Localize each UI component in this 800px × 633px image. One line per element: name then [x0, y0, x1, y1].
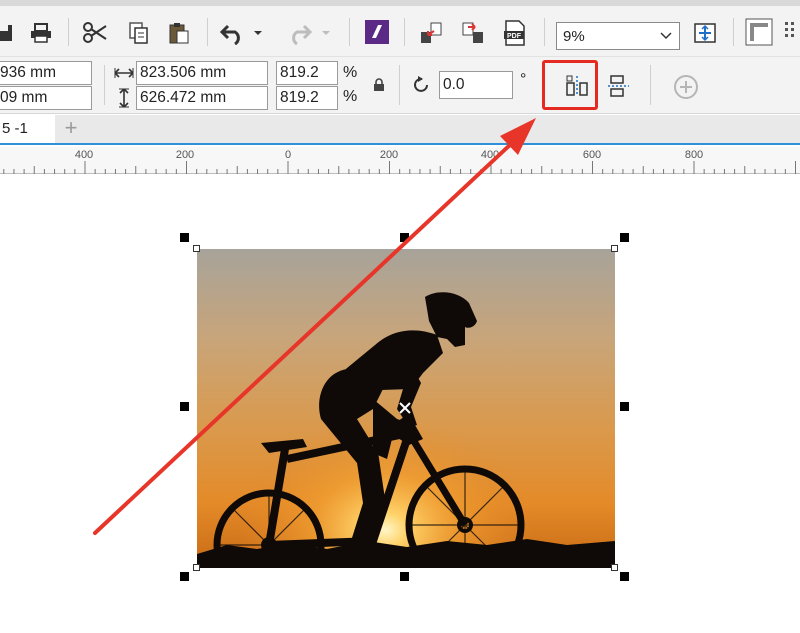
selection-handle-right[interactable] — [620, 402, 629, 411]
selection-handle-top-right[interactable] — [620, 233, 629, 242]
ruler-label: 400 — [74, 149, 94, 161]
width-field[interactable]: 823.506 mm — [136, 61, 268, 85]
copy-icon[interactable] — [124, 18, 154, 48]
save-icon[interactable] — [0, 18, 18, 48]
chevron-down-icon[interactable] — [659, 29, 673, 47]
x-position-field[interactable]: 936 mm — [0, 61, 92, 85]
scale-x-field[interactable]: 819.2 — [276, 61, 338, 85]
bitmap-corner-node[interactable] — [193, 245, 200, 252]
document-tab-bar: 5 -1 + — [0, 115, 800, 145]
rotation-angle-field[interactable]: 0.0 — [439, 71, 513, 99]
grid-icon[interactable] — [778, 17, 800, 47]
bitmap-corner-node[interactable] — [193, 564, 200, 571]
annotation-highlight-box — [542, 60, 598, 110]
print-icon[interactable] — [26, 18, 56, 48]
lock-ratio-icon[interactable] — [373, 78, 385, 97]
selection-handle-bottom[interactable] — [400, 572, 409, 581]
undo-icon[interactable] — [218, 18, 248, 48]
paste-icon[interactable] — [164, 18, 194, 48]
zoom-level-combo[interactable]: 9% — [556, 22, 680, 50]
bitmap-corner-node[interactable] — [611, 564, 618, 571]
selection-handle-bottom-left[interactable] — [180, 572, 189, 581]
svg-text:PDF: PDF — [507, 33, 522, 40]
y-position-field[interactable]: 09 mm — [0, 86, 92, 110]
import-icon[interactable] — [416, 18, 446, 48]
ruler-label: 200 — [379, 149, 399, 161]
undo-dropdown-icon[interactable] — [250, 18, 266, 48]
horizontal-ruler[interactable]: 400 200 0 200 400 600 800 — [0, 147, 800, 174]
selection-handle-left[interactable] — [180, 402, 189, 411]
app-launcher-icon[interactable] — [362, 17, 392, 47]
mirror-vertical-button[interactable] — [607, 74, 633, 103]
rotate-icon — [412, 75, 432, 100]
ruler-label: 0 — [284, 149, 292, 161]
height-field[interactable]: 626.472 mm — [136, 86, 268, 110]
zoom-level-value: 9% — [563, 28, 585, 45]
selection-handle-bottom-right[interactable] — [620, 572, 629, 581]
full-screen-icon[interactable] — [690, 18, 720, 48]
degree-unit: ° — [520, 71, 527, 88]
document-tab[interactable]: 5 -1 — [0, 115, 55, 143]
property-bar: 936 mm 09 mm 823.506 mm 626.472 mm 819.2… — [0, 56, 800, 114]
add-preset-icon[interactable] — [673, 74, 699, 105]
scale-y-unit: % — [343, 88, 358, 105]
ruler-label: 400 — [480, 149, 500, 161]
ruler-label: 200 — [175, 149, 195, 161]
ruler-label: 800 — [684, 149, 704, 161]
rulers-icon[interactable] — [744, 17, 774, 47]
scale-x-unit: % — [343, 64, 358, 81]
selection-handle-top-left[interactable] — [180, 233, 189, 242]
standard-toolbar: PDF 9% — [0, 6, 800, 56]
redo-icon[interactable] — [284, 18, 314, 48]
ruler-label: 600 — [582, 149, 602, 161]
scale-y-field[interactable]: 819.2 — [276, 86, 338, 110]
cut-icon[interactable] — [80, 18, 110, 48]
redo-dropdown-icon[interactable] — [318, 18, 334, 48]
add-document-tab-button[interactable]: + — [56, 115, 86, 143]
selection-handle-top[interactable] — [400, 233, 409, 242]
ruler-ticks — [3, 161, 796, 174]
width-arrow-icon — [114, 66, 134, 85]
bicycle-silhouette-photo[interactable] — [197, 249, 615, 568]
export-icon[interactable] — [458, 18, 488, 48]
height-arrow-icon — [117, 88, 131, 113]
publish-pdf-icon[interactable]: PDF — [500, 18, 530, 48]
bitmap-corner-node[interactable] — [611, 245, 618, 252]
